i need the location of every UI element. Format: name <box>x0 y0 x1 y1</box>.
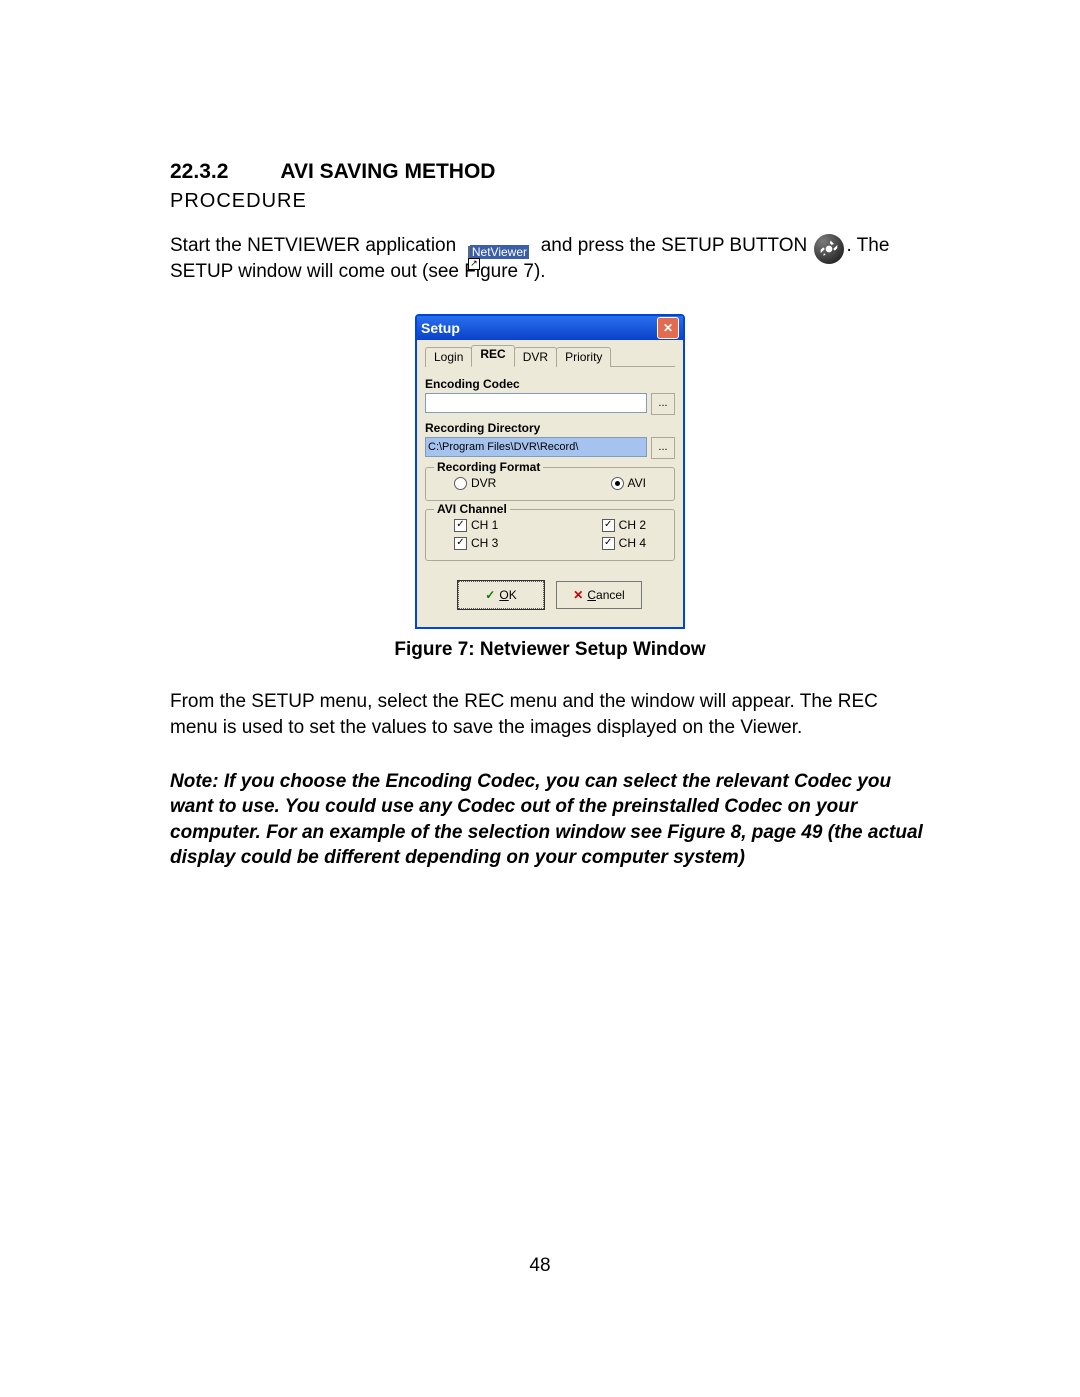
checkbox-ch1-box: ✓ <box>454 519 467 532</box>
recording-directory-browse-button[interactable]: ... <box>651 437 675 459</box>
intro-text-2: and press the SETUP BUTTON <box>541 235 813 256</box>
checkbox-ch2-box: ✓ <box>602 519 615 532</box>
dialog-title: Setup <box>421 320 460 336</box>
avi-channel-legend: AVI Channel <box>434 502 510 516</box>
setup-button-icon <box>814 234 844 264</box>
after-figure-paragraph: From the SETUP menu, select the REC menu… <box>170 689 930 740</box>
figure-caption: Figure 7: Netviewer Setup Window <box>170 639 930 661</box>
recording-directory-label: Recording Directory <box>425 421 675 435</box>
encoding-codec-input[interactable] <box>425 393 647 413</box>
ok-label-rest: K <box>509 588 517 602</box>
radio-avi[interactable]: AVI <box>611 476 646 490</box>
cancel-button[interactable]: ✕ Cancel <box>556 581 642 609</box>
dialog-titlebar: Setup ✕ <box>417 316 683 340</box>
ok-label-underline: O <box>499 588 508 602</box>
checkbox-ch2[interactable]: ✓ CH 2 <box>602 518 646 532</box>
cancel-label-rest: ancel <box>596 588 625 602</box>
ok-button[interactable]: ✓ OK <box>458 581 544 609</box>
page-number: 48 <box>529 1255 550 1277</box>
checkbox-ch3-box: ✓ <box>454 537 467 550</box>
section-title: AVI SAVING METHOD <box>280 160 495 183</box>
close-icon: ✕ <box>663 322 673 334</box>
recording-format-group: Recording Format DVR AVI <box>425 467 675 501</box>
tab-dvr[interactable]: DVR <box>514 347 557 367</box>
tab-priority[interactable]: Priority <box>556 347 611 367</box>
recording-format-legend: Recording Format <box>434 460 543 474</box>
checkbox-ch3-label: CH 3 <box>471 536 498 550</box>
checkbox-ch4[interactable]: ✓ CH 4 <box>602 536 646 550</box>
dialog-tabs: Login REC DVR Priority <box>425 346 675 367</box>
avi-channel-group: AVI Channel ✓ CH 1 ✓ CH 2 ✓ CH 3 <box>425 509 675 561</box>
netviewer-shortcut-label: NetViewer <box>470 245 529 259</box>
tab-rec[interactable]: REC <box>471 345 514 367</box>
checkbox-ch4-label: CH 4 <box>619 536 646 550</box>
cancel-icon: ✕ <box>573 588 583 602</box>
check-icon: ✓ <box>485 588 495 602</box>
checkbox-ch3[interactable]: ✓ CH 3 <box>454 536 498 550</box>
radio-dvr[interactable]: DVR <box>454 476 496 490</box>
cancel-label-underline: C <box>587 588 596 602</box>
checkbox-ch1[interactable]: ✓ CH 1 <box>454 518 498 532</box>
radio-avi-label: AVI <box>628 476 646 490</box>
close-button[interactable]: ✕ <box>657 317 679 339</box>
intro-text-1: Start the NETVIEWER application <box>170 235 461 256</box>
radio-avi-indicator <box>611 477 624 490</box>
tab-login[interactable]: Login <box>425 347 472 367</box>
setup-dialog: Setup ✕ Login REC DVR Priority Encoding … <box>415 314 685 629</box>
checkbox-ch2-label: CH 2 <box>619 518 646 532</box>
procedure-label: PROCEDURE <box>170 190 930 213</box>
checkbox-ch4-box: ✓ <box>602 537 615 550</box>
note-paragraph: Note: If you choose the Encoding Codec, … <box>170 769 930 872</box>
encoding-codec-browse-button[interactable]: ... <box>651 393 675 415</box>
checkbox-ch1-label: CH 1 <box>471 518 498 532</box>
encoding-codec-label: Encoding Codec <box>425 377 675 391</box>
radio-dvr-indicator <box>454 477 467 490</box>
section-heading: 22.3.2 AVI SAVING METHOD <box>170 160 930 184</box>
section-number: 22.3.2 <box>170 160 228 184</box>
recording-directory-input[interactable] <box>425 437 647 457</box>
netviewer-shortcut-icon: ↗ NetViewer <box>463 237 533 261</box>
radio-dvr-label: DVR <box>471 476 496 490</box>
intro-paragraph: Start the NETVIEWER application ↗ NetVie… <box>170 233 930 284</box>
